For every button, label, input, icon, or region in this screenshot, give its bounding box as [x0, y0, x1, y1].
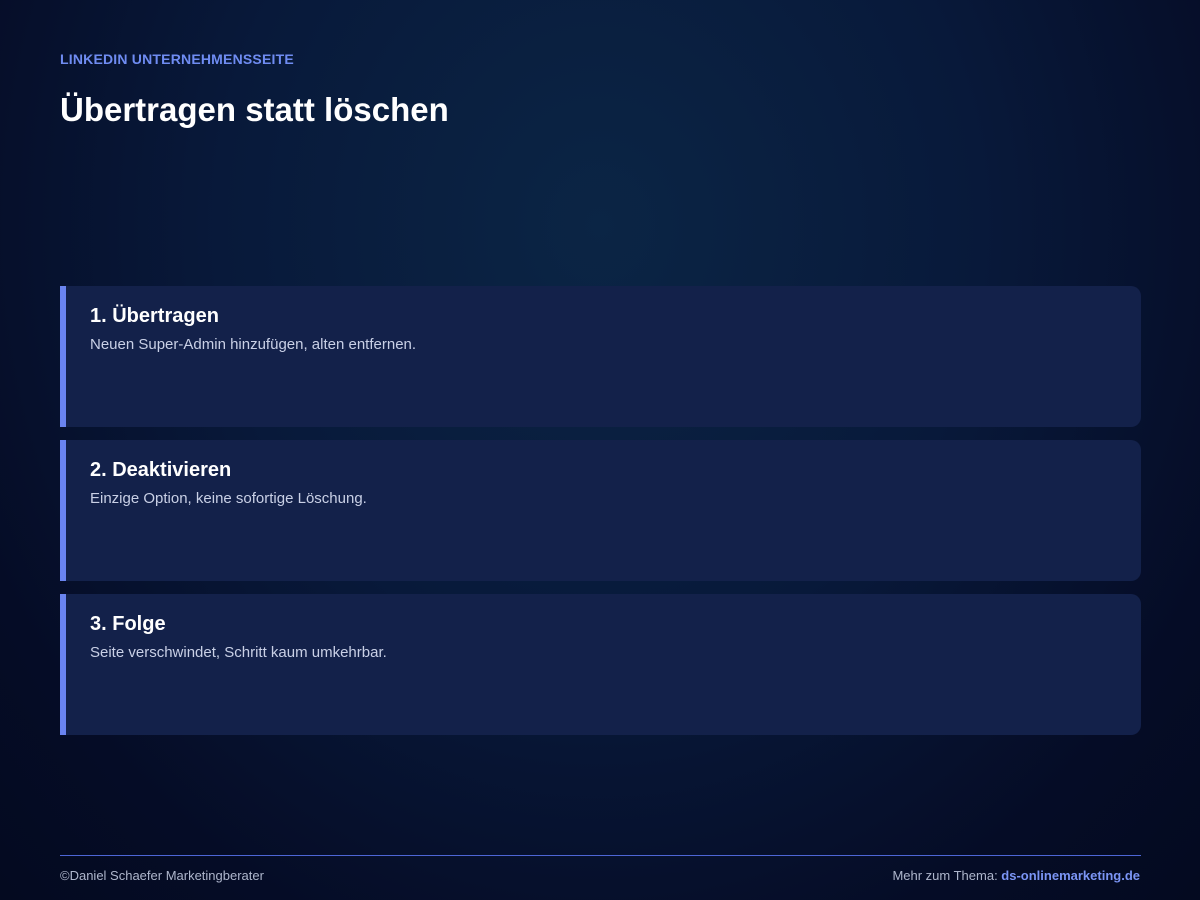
step-card-consequence: 3. Folge Seite verschwindet, Schritt kau… — [60, 594, 1141, 735]
step-cards: 1. Übertragen Neuen Super-Admin hinzufüg… — [60, 286, 1141, 748]
step-card-title: 1. Übertragen — [90, 305, 219, 327]
page-title: Übertragen statt löschen — [60, 91, 449, 128]
step-card-text: Seite verschwindet, Schritt kaum umkehrb… — [90, 644, 387, 661]
footer-copyright: ©Daniel Schaefer Marketingberater — [60, 868, 264, 883]
footer-divider — [60, 855, 1141, 856]
footer-website-link[interactable]: ds-onlinemarketing.de — [1001, 868, 1140, 883]
step-card-title: 2. Deaktivieren — [90, 459, 232, 481]
footer-more: Mehr zum Thema: ds-onlinemarketing.de — [892, 868, 1140, 883]
step-card-text: Neuen Super-Admin hinzufügen, alten entf… — [90, 336, 417, 353]
step-card-text: Einzige Option, keine sofortige Löschung… — [90, 490, 367, 507]
footer-more-label: Mehr zum Thema: — [892, 868, 1002, 883]
step-card-title: 3. Folge — [90, 613, 166, 635]
section-kicker: LINKEDIN UNTERNEHMENSSEITE — [60, 51, 294, 67]
step-card-transfer: 1. Übertragen Neuen Super-Admin hinzufüg… — [60, 286, 1141, 427]
step-card-deactivate: 2. Deaktivieren Einzige Option, keine so… — [60, 440, 1141, 581]
